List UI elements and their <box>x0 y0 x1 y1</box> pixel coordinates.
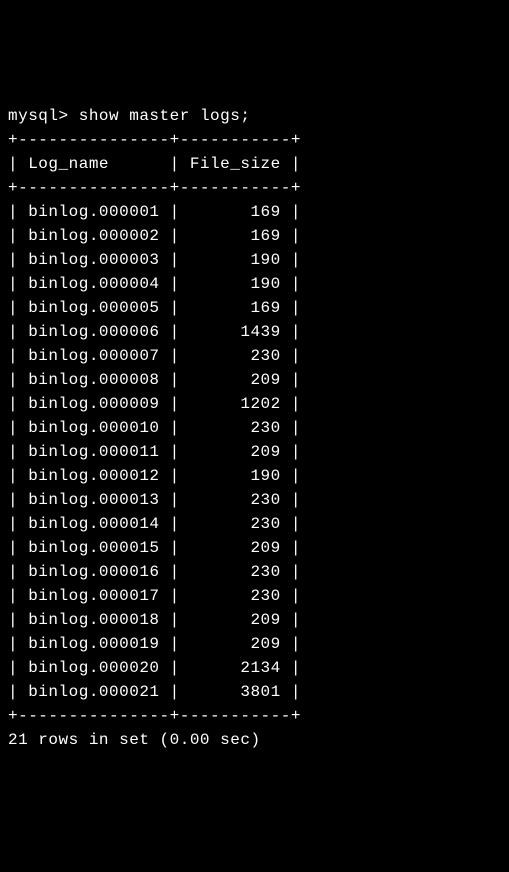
table-border-mid: +---------------+-----------+ <box>8 179 301 197</box>
terminal-output: mysql> show master logs; +--------------… <box>8 104 501 752</box>
table-header-row: | Log_name | File_size | <box>8 155 301 173</box>
table-border-bottom: +---------------+-----------+ <box>8 707 301 725</box>
prompt: mysql> <box>8 107 69 125</box>
command-text: show master logs; <box>79 107 251 125</box>
table-border-top: +---------------+-----------+ <box>8 131 301 149</box>
table-body: | binlog.000001 | 169 | | binlog.000002 … <box>8 203 301 701</box>
summary-text: 21 rows in set (0.00 sec) <box>8 731 261 749</box>
